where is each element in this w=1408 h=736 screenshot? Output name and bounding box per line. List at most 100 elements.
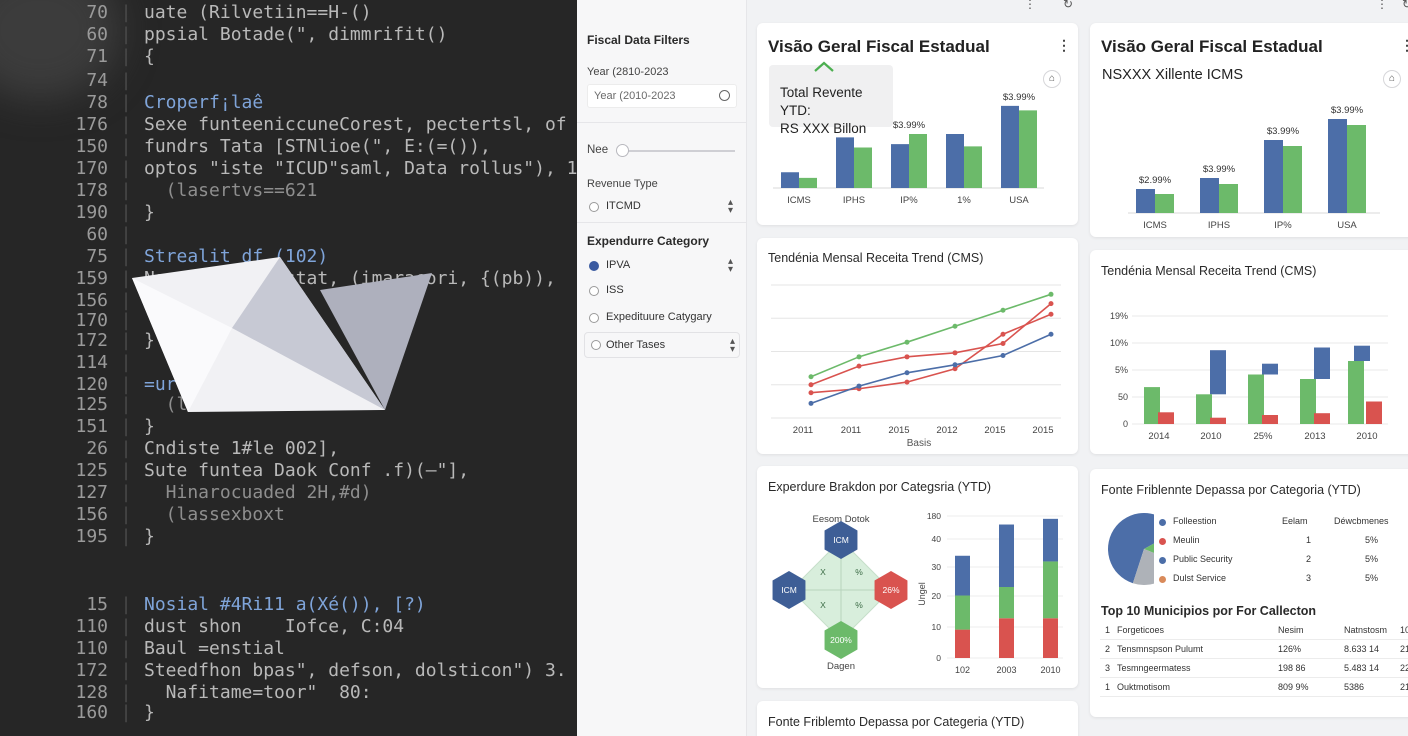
municipios-table: 1 Forgeticoes Nesim Natnstosm 10 2 Tensmnspson… (1100, 622, 1408, 702)
legend-swatch (1159, 519, 1166, 526)
y-tick-label: 10% (1110, 338, 1128, 348)
code-line: 15 | Nosial #4Ri11 a(Xé()), [?) (0, 594, 426, 616)
home-icon[interactable]: ⌂ (1043, 70, 1061, 88)
series-point (1000, 331, 1006, 337)
chart-bar (1262, 415, 1278, 424)
refresh-icon[interactable]: ↻ (1402, 0, 1408, 11)
revenue-type-select[interactable]: ITCMD ▴ ▾ (587, 197, 737, 219)
card-title: Fonte Friblennte Depassa por Categoria (… (1101, 483, 1361, 497)
more-icon[interactable]: ⋮ (1376, 0, 1388, 11)
diagram-node-label: 200% (830, 635, 852, 645)
code-text: uate (Rilvetiin==H-() (144, 2, 372, 23)
pie-legend: Eelam Déwcbmenes FolleestionMeulin15%8Pu… (1156, 513, 1408, 593)
chart-bar (1314, 347, 1330, 379)
gutter: | (120, 92, 132, 113)
gutter: | (120, 46, 132, 67)
table-cell: 8.633 14 (1344, 644, 1380, 654)
table-cell: 1 (1105, 682, 1111, 692)
divider (577, 122, 747, 123)
year-input-value: Year (2010-2023 (594, 90, 676, 102)
chevron-updown-icon: ▴ ▾ (727, 256, 733, 275)
gutter: | (120, 180, 132, 201)
code-line: 156 | (lassexboxt (0, 504, 285, 526)
code-text: } (144, 202, 155, 223)
series-point (1000, 352, 1006, 358)
line-number: 114 (75, 352, 108, 373)
card-title: Experdure Brakdon por Categsria (YTD) (768, 480, 992, 494)
chevron-updown-icon: ▴ ▾ (727, 197, 733, 216)
year-input[interactable]: Year (2010-2023 (587, 84, 737, 108)
legend-swatch (1159, 557, 1166, 564)
line-number: 125 (75, 460, 108, 481)
gutter: | (120, 594, 132, 615)
chart-bar (1248, 374, 1264, 424)
x-tick-label: 2015 (984, 425, 1005, 436)
line-number: 125 (75, 394, 108, 415)
breakdown-stacked-chart: 0 10 20 30 40 180 Ungel 102 2003 2010 (917, 511, 1063, 675)
series-point (952, 362, 958, 368)
x-tick-label: 2011 (793, 425, 813, 436)
code-line: 195 |} (0, 526, 154, 548)
code-line: 71 | { (0, 46, 155, 68)
expenditure-option[interactable]: Other Tases ▴ ▾ (584, 332, 740, 358)
expenditure-option[interactable]: IPVA ▴ ▾ (587, 256, 737, 278)
more-icon[interactable]: ⋮ (1024, 0, 1036, 11)
card-title: Visão Geral Fiscal Estadual (1101, 37, 1323, 56)
chart-bar (799, 177, 817, 188)
chart-bar (1314, 413, 1330, 424)
card-title: Tendénia Mensal Receita Trend (CMS) (1101, 264, 1317, 278)
series-point (1000, 341, 1006, 347)
line-number: 26 (86, 438, 108, 459)
chart-bar (999, 618, 1014, 658)
code-line: 114 | (0, 352, 144, 374)
refresh-icon[interactable]: ↻ (1063, 0, 1073, 11)
slider-handle[interactable] (616, 144, 629, 157)
legend-label: Public Security (1173, 554, 1233, 564)
series-point (808, 400, 814, 406)
code-line: 176 | Sexe funteeniccuneCorest, pectertsl,… (0, 114, 577, 136)
trend-up-icon (814, 61, 834, 72)
slider-label: Nee (587, 144, 609, 156)
code-text: optos "iste "ICUD"saml, Data rollus"), 1 (144, 158, 577, 179)
gutter: | (120, 438, 132, 459)
table-cell: 21 (1400, 644, 1408, 654)
expenditure-option[interactable]: ISS (587, 281, 737, 303)
code-text: Nosial #4Ri11 a(Xé()), [?) (144, 594, 426, 615)
code-text: Sexe funteeniccuneCorest, pectertsl, of … (144, 114, 577, 135)
home-icon[interactable]: ⌂ (1383, 70, 1401, 88)
expenditure-label: Expendurre Category (587, 234, 710, 248)
chart-bar (1043, 618, 1058, 658)
code-text: (lassexboxt (144, 504, 285, 525)
x-tick-label: IP% (900, 195, 918, 206)
line-number: 160 (75, 702, 108, 723)
radio-icon (589, 202, 599, 212)
x-tick-label: 1% (957, 195, 971, 206)
code-text: Sute funtea Daok Conf .f)(—"], (144, 460, 470, 481)
chart-bar (1196, 394, 1212, 424)
y-tick-label: 0 (936, 653, 941, 663)
x-tick-label: 2013 (1304, 431, 1325, 442)
x-axis-label: Basis (907, 438, 931, 449)
data-label: $2.99% (1139, 175, 1172, 186)
code-line: 190 |} (0, 202, 155, 224)
legend-value: 5% (1365, 535, 1379, 545)
kebab-menu-icon[interactable]: ⋮ (1400, 37, 1408, 54)
table-cell: 5.483 14 (1344, 663, 1380, 673)
chart-bar (1019, 110, 1037, 188)
legend-value: 5% (1365, 573, 1379, 583)
expenditure-option[interactable]: Expedituure Catygary (587, 308, 737, 330)
kebab-menu-icon[interactable]: ⋮ (1057, 37, 1071, 54)
legend-value: 1 (1306, 535, 1312, 545)
chart-bar (1210, 417, 1226, 424)
table-cell: Natnstosm (1344, 625, 1388, 635)
chart-bar (955, 595, 970, 630)
gutter: | (120, 616, 132, 637)
code-line: 26 | Cndiste 1#le 002], (0, 438, 339, 460)
sidebar-title: Fiscal Data Filters (587, 33, 690, 47)
series-line (810, 333, 1052, 405)
legend-label: Dulst Service (1173, 573, 1227, 583)
overview-card: Visão Geral Fiscal Estadual ⋮ ⌂ Total Re… (757, 23, 1078, 225)
fonte-pie-chart (1108, 513, 1154, 585)
diagram-inner-label: X (820, 567, 826, 577)
slider-track[interactable] (621, 150, 735, 152)
